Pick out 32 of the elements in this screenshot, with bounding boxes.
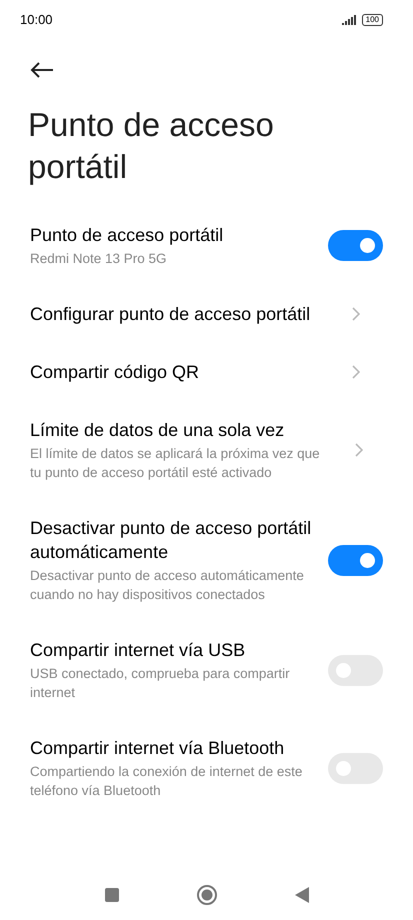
- item-description: Compartiendo la conexión de internet de este teléfono vía Bluetooth: [30, 763, 304, 800]
- item-title: Punto de acceso portátil: [30, 224, 224, 247]
- signal-icon: [342, 15, 358, 25]
- recents-button[interactable]: [104, 887, 120, 903]
- item-description: Redmi Note 13 Pro 5G: [30, 250, 168, 268]
- chevron-right-icon: [352, 307, 360, 321]
- battery-level: 100: [362, 14, 383, 26]
- toggle-switch[interactable]: [328, 544, 383, 576]
- item-title: Desactivar punto de acceso portátil automáticamente: [30, 517, 312, 564]
- back-icon: [30, 62, 54, 78]
- home-button[interactable]: [196, 884, 218, 906]
- page-title: Punto de acceso portátil: [28, 105, 275, 187]
- settings-item[interactable]: Compartir internet vía USB USB conectado, comprueba para compartir internet: [0, 621, 413, 719]
- toggle-switch[interactable]: [328, 230, 383, 261]
- chevron-right-icon: [352, 365, 360, 379]
- item-description: USB conectado, comprueba para compartir internet: [30, 665, 291, 702]
- settings-item[interactable]: Compartir internet vía Bluetooth Compartiendo la conexión de internet de este teléfono vía Bluetooth: [0, 719, 413, 817]
- clock: 10:00: [20, 11, 53, 30]
- settings-item[interactable]: Punto de acceso portátil Redmi Note 13 Pro 5G: [0, 206, 413, 285]
- item-title: Límite de datos de una sola vez: [30, 419, 286, 442]
- item-title: Compartir código QR: [30, 361, 200, 384]
- item-description: El límite de datos se aplicará la próxima vez que tu punto de acceso portátil esté activado: [30, 445, 320, 482]
- settings-item[interactable]: Desactivar punto de acceso portátil automáticamente Desactivar punto de acceso automáticamente cuando no hay dispositivos conectados: [0, 499, 413, 621]
- settings-item[interactable]: Límite de datos de una sola vez El límite de datos se aplicará la próxima vez que tu punto de acceso portátil esté activado: [0, 401, 413, 499]
- item-title: Compartir internet vía Bluetooth: [30, 737, 286, 760]
- item-description: Desactivar punto de acceso automáticamente cuando no hay dispositivos conectados: [30, 567, 305, 604]
- item-title: Compartir internet vía USB: [30, 639, 246, 662]
- back-nav-button[interactable]: [294, 886, 310, 904]
- settings-item[interactable]: Compartir código QR: [0, 343, 413, 401]
- chevron-right-icon: [354, 443, 362, 457]
- settings-item[interactable]: Configurar punto de acceso portátil: [0, 285, 413, 343]
- item-title: Configurar punto de acceso portátil: [30, 303, 312, 326]
